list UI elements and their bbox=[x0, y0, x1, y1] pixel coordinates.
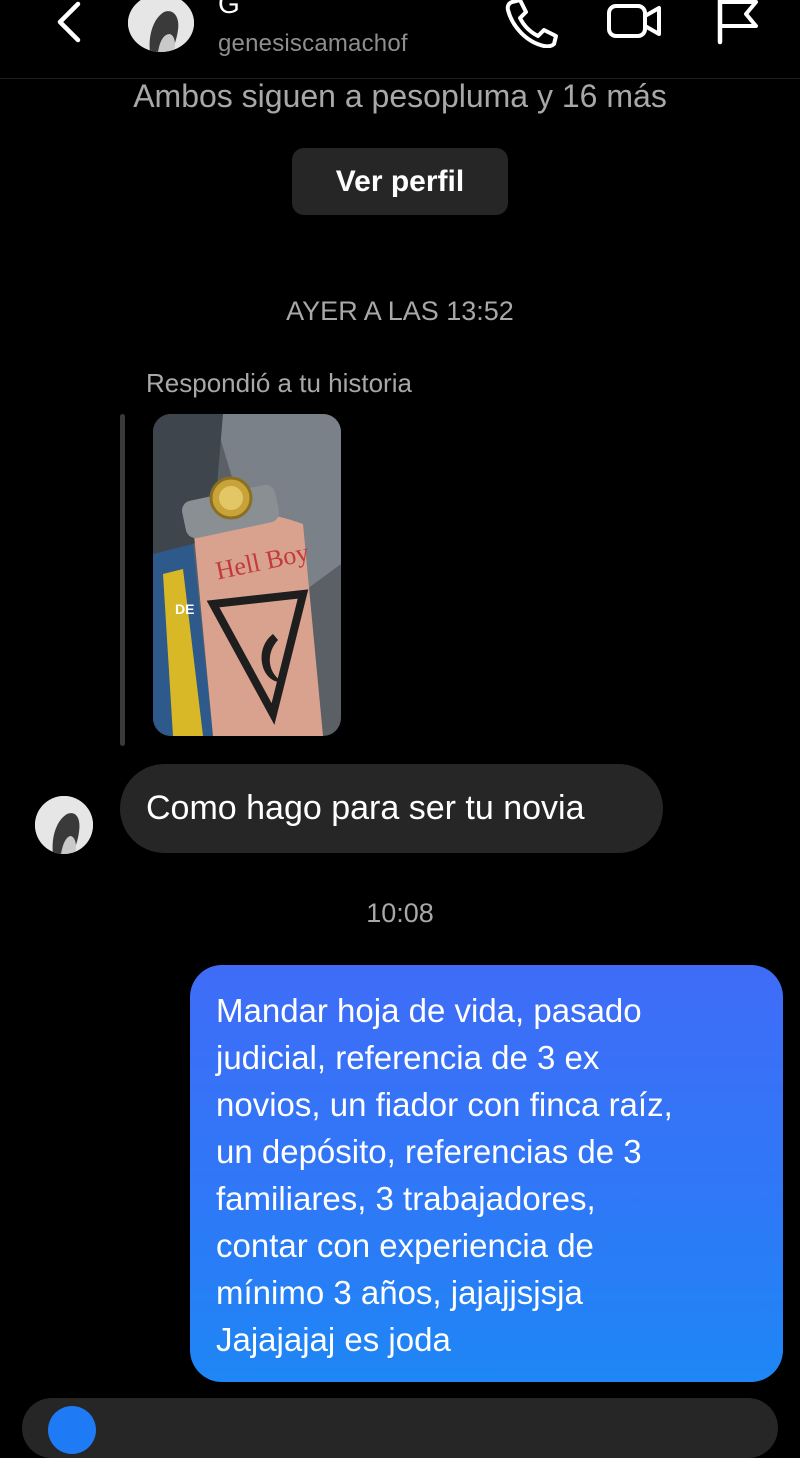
avatar-photo bbox=[35, 796, 93, 854]
mutual-followers-text: Ambos siguen a pesopluma y 16 más bbox=[133, 78, 667, 114]
story-image: Hell Boy DE bbox=[153, 414, 341, 736]
back-button[interactable] bbox=[50, 0, 90, 48]
message-composer[interactable] bbox=[22, 1398, 778, 1458]
video-camera-icon bbox=[607, 4, 661, 38]
contact-name[interactable]: G bbox=[218, 0, 240, 20]
reply-indicator-bar bbox=[120, 414, 125, 746]
message-line: mínimo 3 años, jajajjsjsja bbox=[216, 1274, 583, 1311]
story-reply-label: Respondió a tu historia bbox=[146, 368, 412, 398]
view-profile-button[interactable]: Ver perfil bbox=[292, 148, 508, 215]
contact-username[interactable]: genesiscamachof bbox=[218, 30, 408, 58]
message-line: un depósito, referencias de 3 bbox=[216, 1133, 642, 1170]
timestamp: AYER A LAS 13:52 bbox=[286, 296, 514, 326]
message-line: judicial, referencia de 3 ex bbox=[216, 1039, 600, 1076]
message-line: Jajajajaj es joda bbox=[216, 1321, 451, 1358]
story-side-text: DE bbox=[175, 601, 194, 617]
report-button[interactable] bbox=[712, 0, 764, 48]
message-line: novios, un fiador con finca raíz, bbox=[216, 1086, 673, 1123]
sender-avatar[interactable] bbox=[35, 796, 93, 854]
message-line: familiares, 3 trabajadores, bbox=[216, 1180, 596, 1217]
phone-icon bbox=[505, 0, 558, 49]
outgoing-message-bubble[interactable]: Mandar hoja de vida, pasado judicial, re… bbox=[190, 965, 783, 1382]
voice-call-button[interactable] bbox=[500, 0, 560, 49]
incoming-message-bubble[interactable]: Como hago para ser tu novia bbox=[120, 764, 663, 853]
back-chevron-icon bbox=[57, 1, 81, 43]
message-line: contar con experiencia de bbox=[216, 1227, 594, 1264]
story-thumbnail[interactable]: Hell Boy DE bbox=[153, 414, 341, 736]
video-call-button[interactable] bbox=[605, 0, 665, 48]
message-line: Mandar hoja de vida, pasado bbox=[216, 992, 642, 1029]
camera-button[interactable] bbox=[48, 1406, 96, 1454]
timestamp: 10:08 bbox=[366, 898, 434, 928]
flag-icon bbox=[717, 0, 758, 45]
